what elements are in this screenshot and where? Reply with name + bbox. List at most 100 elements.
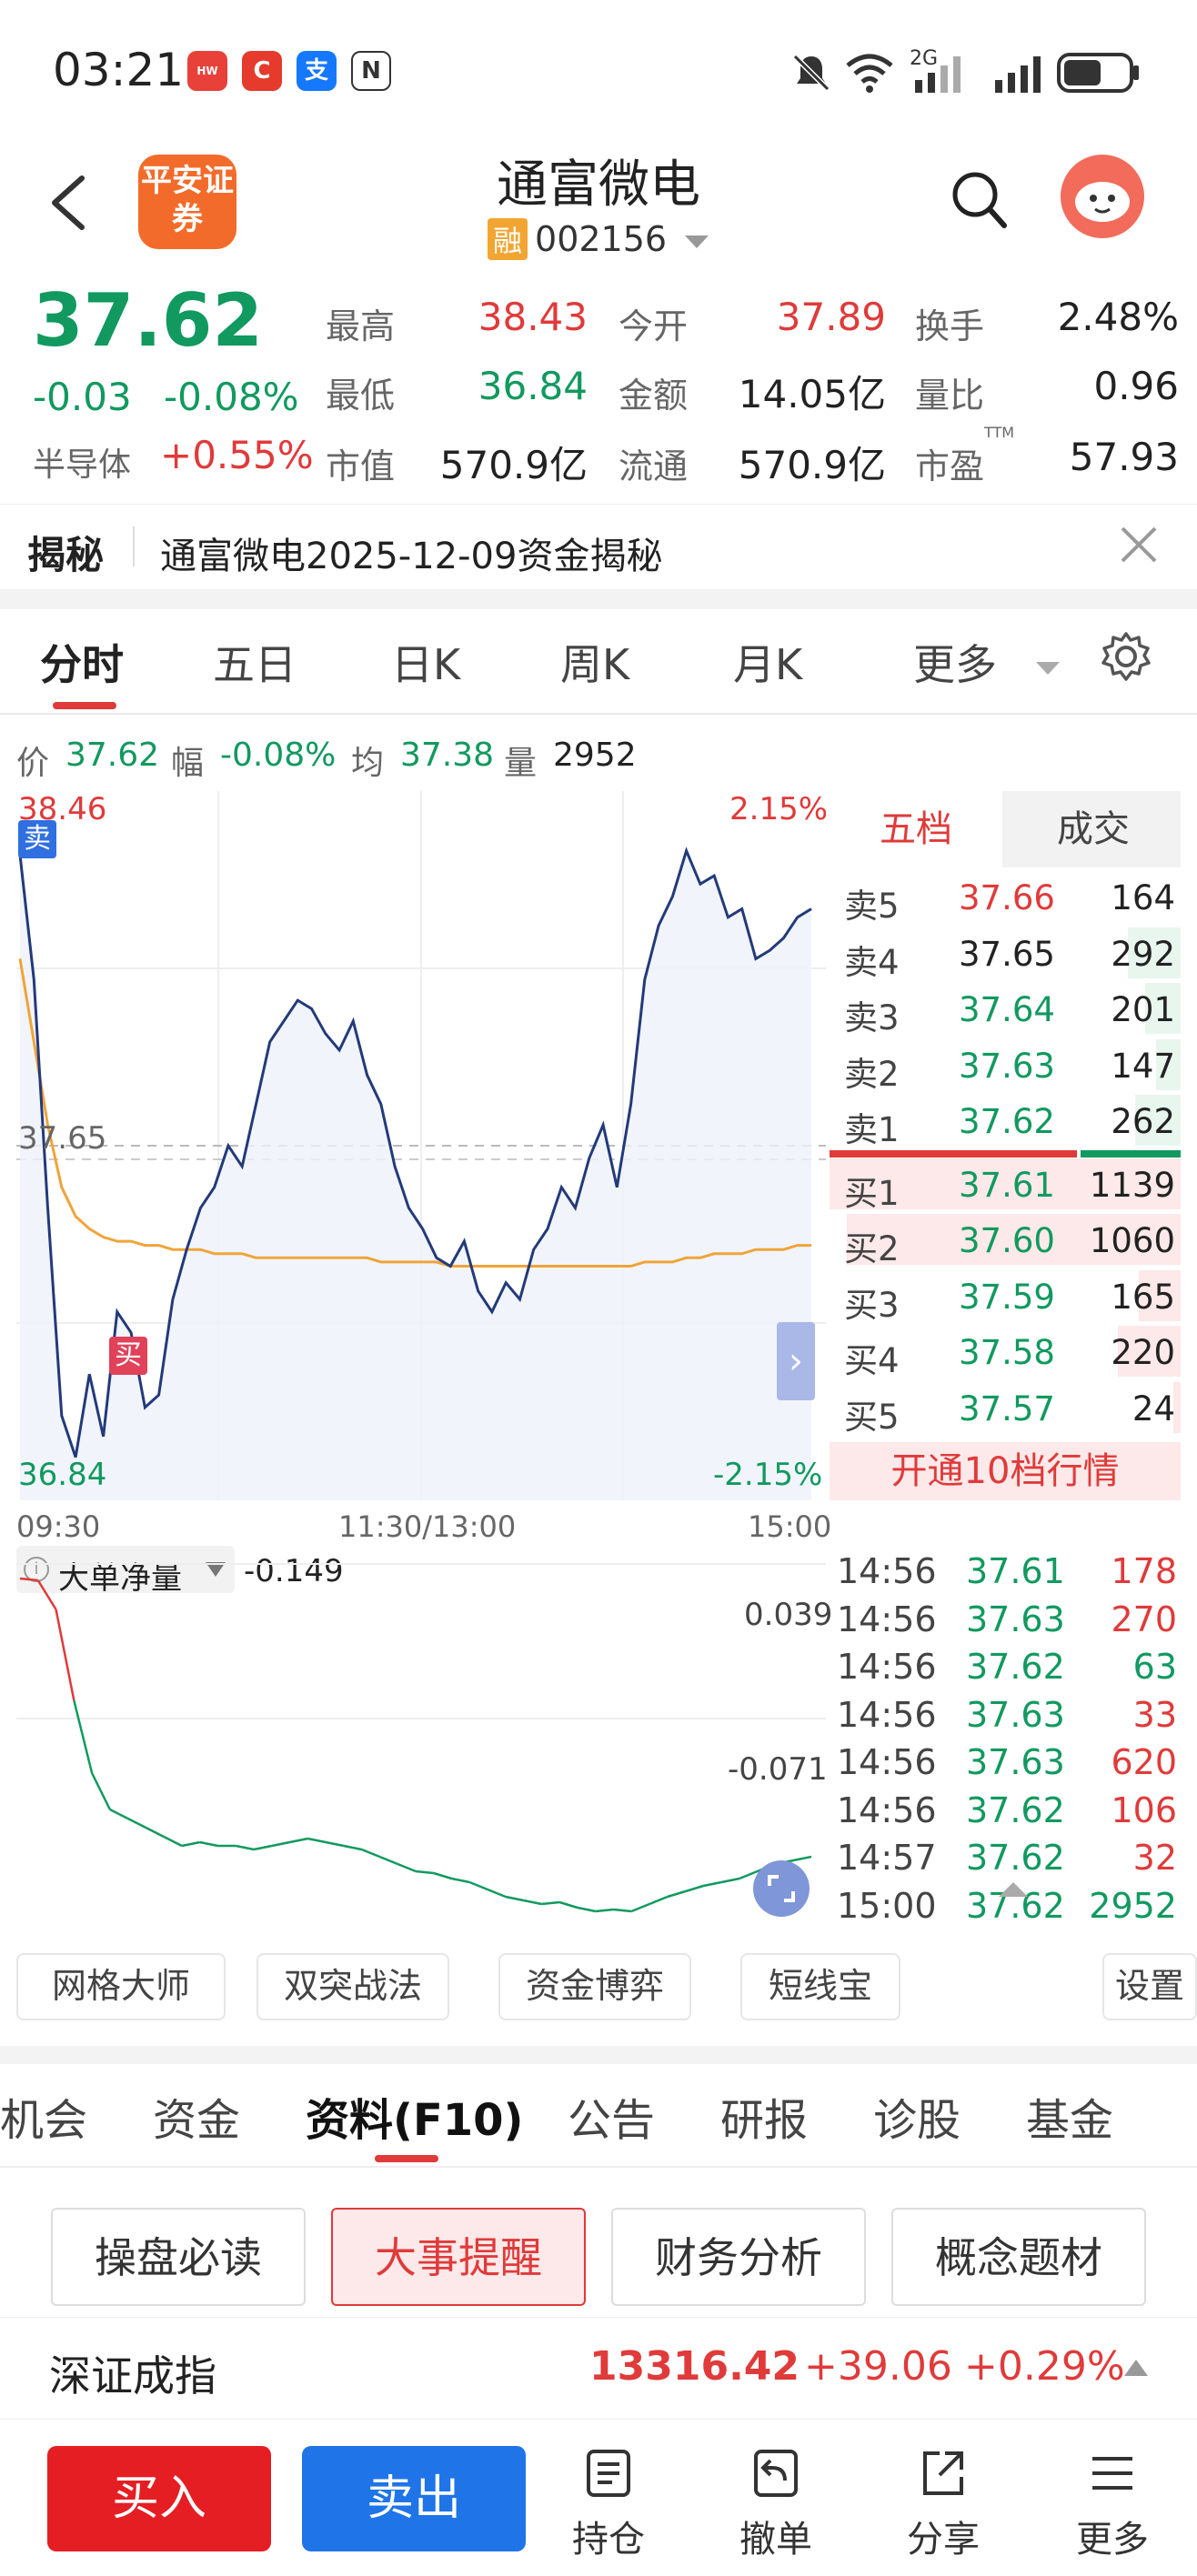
bid-row[interactable]: 买2 37.60 1060 — [830, 1212, 1181, 1268]
tab-monthly-k[interactable]: 月K — [733, 632, 802, 692]
trade-volume: 63 — [1132, 1647, 1177, 1687]
chart-ref-label: 37.65 — [18, 1120, 107, 1157]
scroll-up-icon[interactable] — [997, 1879, 1030, 1899]
index-bar[interactable]: 深证成指 13316.42 +39.06 +0.29% — [0, 2317, 1197, 2421]
indicator-segment — [19, 1577, 38, 1582]
price-change: -0.03 — [33, 375, 132, 419]
tab-weekly-k[interactable]: 周K — [560, 632, 629, 692]
level-price: 37.66 — [959, 878, 1055, 917]
indicator-segment — [73, 1699, 94, 1774]
section-divider-2 — [0, 2046, 1197, 2064]
share-button[interactable]: 分享 — [893, 2446, 993, 2562]
buy-marker[interactable]: 买 — [109, 1337, 147, 1375]
tab-opportunity[interactable]: 机会 — [0, 2084, 87, 2148]
close-icon[interactable] — [1119, 525, 1159, 565]
tab-fund[interactable]: 基金 — [1026, 2084, 1113, 2148]
ask-row[interactable]: 卖2 37.63 147 — [830, 1037, 1181, 1094]
tab-intraday[interactable]: 分时 — [40, 632, 124, 692]
sector-change-pct: +0.55% — [160, 433, 314, 477]
trade-row: 14:56 37.63 620 — [830, 1739, 1181, 1786]
bid-row[interactable]: 买3 37.59 165 — [830, 1268, 1181, 1325]
indicator-segment — [397, 1862, 417, 1873]
trade-time: 14:56 — [837, 1789, 937, 1830]
cancel-order-button[interactable]: 撤单 — [726, 2446, 826, 2562]
sub-financials[interactable]: 财务分析 — [611, 2208, 866, 2306]
info-price: 37.62 — [65, 737, 160, 774]
stock-code: 002156 — [535, 219, 668, 259]
bid-row[interactable]: 买1 37.61 1139 — [830, 1157, 1181, 1213]
current-price: 37.62 — [33, 278, 264, 363]
value-turnover: 2.48% — [1057, 295, 1179, 339]
label-market-cap: 市值 — [326, 446, 396, 486]
stock-code-line[interactable]: 融 002156 — [488, 218, 710, 260]
indicator-segment — [55, 1609, 75, 1701]
upgrade-level10-button[interactable]: 开通10档行情 — [830, 1442, 1181, 1500]
tab-capital[interactable]: 资金 — [153, 2084, 240, 2148]
tab-trades[interactable]: 成交 — [1006, 791, 1181, 867]
indicator-segment — [236, 1844, 255, 1851]
sub-concepts[interactable]: 概念题材 — [891, 2208, 1146, 2306]
expand-panel-button[interactable]: › — [777, 1322, 815, 1400]
tool-capital-game[interactable]: 资金博弈 — [498, 1953, 691, 2020]
tab-daily-k[interactable]: 日K — [391, 632, 460, 692]
fullscreen-icon[interactable] — [751, 1859, 811, 1919]
level-label: 买4 — [844, 1341, 900, 1380]
indicator-segment — [703, 1880, 722, 1888]
trade-price: 37.62 — [966, 1789, 1065, 1830]
trade-price: 37.61 — [966, 1551, 1065, 1591]
label-open: 今开 — [619, 306, 689, 346]
bid-row[interactable]: 买5 37.57 24 — [830, 1380, 1181, 1437]
indicator-chart[interactable] — [16, 1555, 826, 1937]
level-volume: 24 — [1132, 1388, 1175, 1428]
tool-double-breakout[interactable]: 双突战法 — [256, 1953, 449, 2020]
label-pe: 市盈 — [915, 446, 985, 486]
sub-events[interactable]: 大事提醒 — [331, 2208, 586, 2306]
indicator-segment — [163, 1835, 183, 1848]
ask-row[interactable]: 卖4 37.65 292 — [830, 926, 1181, 982]
level-volume: 164 — [1111, 878, 1175, 917]
ask-row[interactable]: 卖3 37.64 201 — [830, 981, 1181, 1037]
ask-row[interactable]: 卖1 37.62 262 — [830, 1093, 1181, 1149]
positions-button[interactable]: 持仓 — [558, 2446, 659, 2562]
settings-button[interactable]: 设置 — [1102, 1953, 1197, 2020]
bid-row[interactable]: 买4 37.58 220 — [830, 1324, 1181, 1380]
trade-volume: 178 — [1111, 1551, 1177, 1591]
tab-more[interactable]: 更多 — [913, 632, 1061, 692]
tab-f10[interactable]: 资料(F10) — [306, 2084, 523, 2148]
assistant-avatar[interactable] — [1059, 153, 1146, 240]
label-turnover: 换手 — [915, 306, 985, 346]
tab-diagnosis[interactable]: 诊股 — [873, 2084, 961, 2148]
sector-name[interactable]: 半导体 — [33, 438, 131, 486]
notice-text: 通富微电2025-12-09资金揭秘 — [160, 536, 663, 577]
tool-short-treasure[interactable]: 短线宝 — [740, 1953, 900, 2020]
sub-must-read[interactable]: 操盘必读 — [51, 2208, 306, 2306]
indicator-segment — [720, 1877, 740, 1884]
intraday-chart[interactable] — [16, 791, 826, 1500]
indicator-segment — [325, 1840, 345, 1848]
indicator-segment — [378, 1855, 398, 1866]
buy-button[interactable]: 买入 — [47, 2446, 271, 2551]
gear-icon[interactable] — [1101, 631, 1152, 682]
search-icon[interactable] — [950, 169, 1010, 233]
tool-grid-master[interactable]: 网格大师 — [16, 1953, 226, 2020]
tab-announcement[interactable]: 公告 — [568, 2084, 655, 2148]
index-pct: +0.29% — [964, 2343, 1125, 2390]
notice-bar[interactable]: 揭秘 通富微电2025-12-09资金揭秘 — [0, 504, 1197, 588]
lower-tab-indicator — [375, 2155, 438, 2162]
ask-row[interactable]: 卖5 37.66 164 — [830, 869, 1181, 926]
tab-research[interactable]: 研报 — [720, 2084, 808, 2148]
value-low: 36.84 — [478, 364, 588, 408]
value-volume-ratio: 0.96 — [1093, 364, 1179, 408]
sell-button[interactable]: 卖出 — [302, 2446, 526, 2551]
positions-label: 持仓 — [572, 2519, 645, 2561]
tabs-divider — [0, 713, 1197, 715]
value-high: 38.43 — [478, 295, 588, 339]
tab-level-five[interactable]: 五档 — [830, 791, 1002, 867]
indicator-segment — [307, 1837, 327, 1844]
tab-five-day[interactable]: 五日 — [213, 632, 297, 692]
more-button[interactable]: 更多 — [1062, 2446, 1162, 2562]
trade-row: 14:56 37.63 270 — [830, 1596, 1181, 1643]
trade-volume: 33 — [1132, 1694, 1177, 1735]
section-divider — [0, 589, 1197, 609]
sell-marker[interactable]: 卖 — [18, 820, 56, 858]
